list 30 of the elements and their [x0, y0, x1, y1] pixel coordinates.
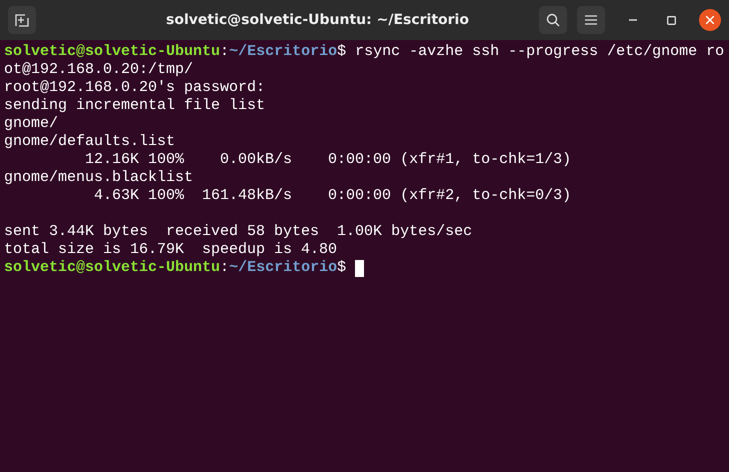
- prompt-symbol: $: [337, 259, 346, 277]
- prompt-symbol: $: [337, 43, 346, 61]
- menu-icon: [585, 15, 597, 25]
- output-line: root@192.168.0.20's password:: [4, 79, 266, 97]
- output-line: gnome/: [4, 115, 58, 133]
- menu-button[interactable]: [577, 6, 605, 34]
- search-icon: [546, 13, 560, 27]
- new-tab-button[interactable]: [8, 6, 36, 34]
- prompt-separator: :: [220, 259, 230, 277]
- output-line: gnome/menus.blacklist: [4, 169, 194, 187]
- output-line: gnome/defaults.list: [4, 133, 176, 151]
- window-title: solvetic@solvetic-Ubuntu: ~/Escritorio: [166, 10, 469, 30]
- prompt-path: ~/Escritorio: [229, 43, 338, 61]
- output-line: 12.16K 100% 0.00kB/s 0:00:00 (xfr#1, to-chk=1/3): [84, 151, 572, 169]
- output-line: sending incremental file list: [4, 97, 266, 115]
- close-icon: [706, 16, 714, 24]
- search-button[interactable]: [539, 6, 567, 34]
- prompt-user-host: solvetic@solvetic-Ubuntu: [4, 43, 220, 61]
- output-line: ot@192.168.0.20:/tmp/: [4, 61, 194, 79]
- prompt-path: ~/Escritorio: [229, 259, 338, 277]
- output-line: total size is 16.79K speedup is 4.80: [4, 241, 338, 259]
- new-tab-icon: [15, 13, 29, 27]
- output-line: sent 3.44K bytes received 58 bytes 1.00K bytes/sec: [4, 223, 472, 241]
- close-button[interactable]: [699, 9, 721, 31]
- prompt-separator: :: [220, 43, 230, 61]
- minimize-icon: [629, 19, 637, 21]
- command-text: rsync -avzhe ssh --progress /etc/gnome ro: [354, 43, 724, 61]
- output-line: 4.63K 100% 161.48kB/s 0:00:00 (xfr#2, to-chk=0/3): [93, 187, 572, 205]
- maximize-icon: [666, 16, 676, 24]
- prompt-user-host: solvetic@solvetic-Ubuntu: [4, 259, 220, 277]
